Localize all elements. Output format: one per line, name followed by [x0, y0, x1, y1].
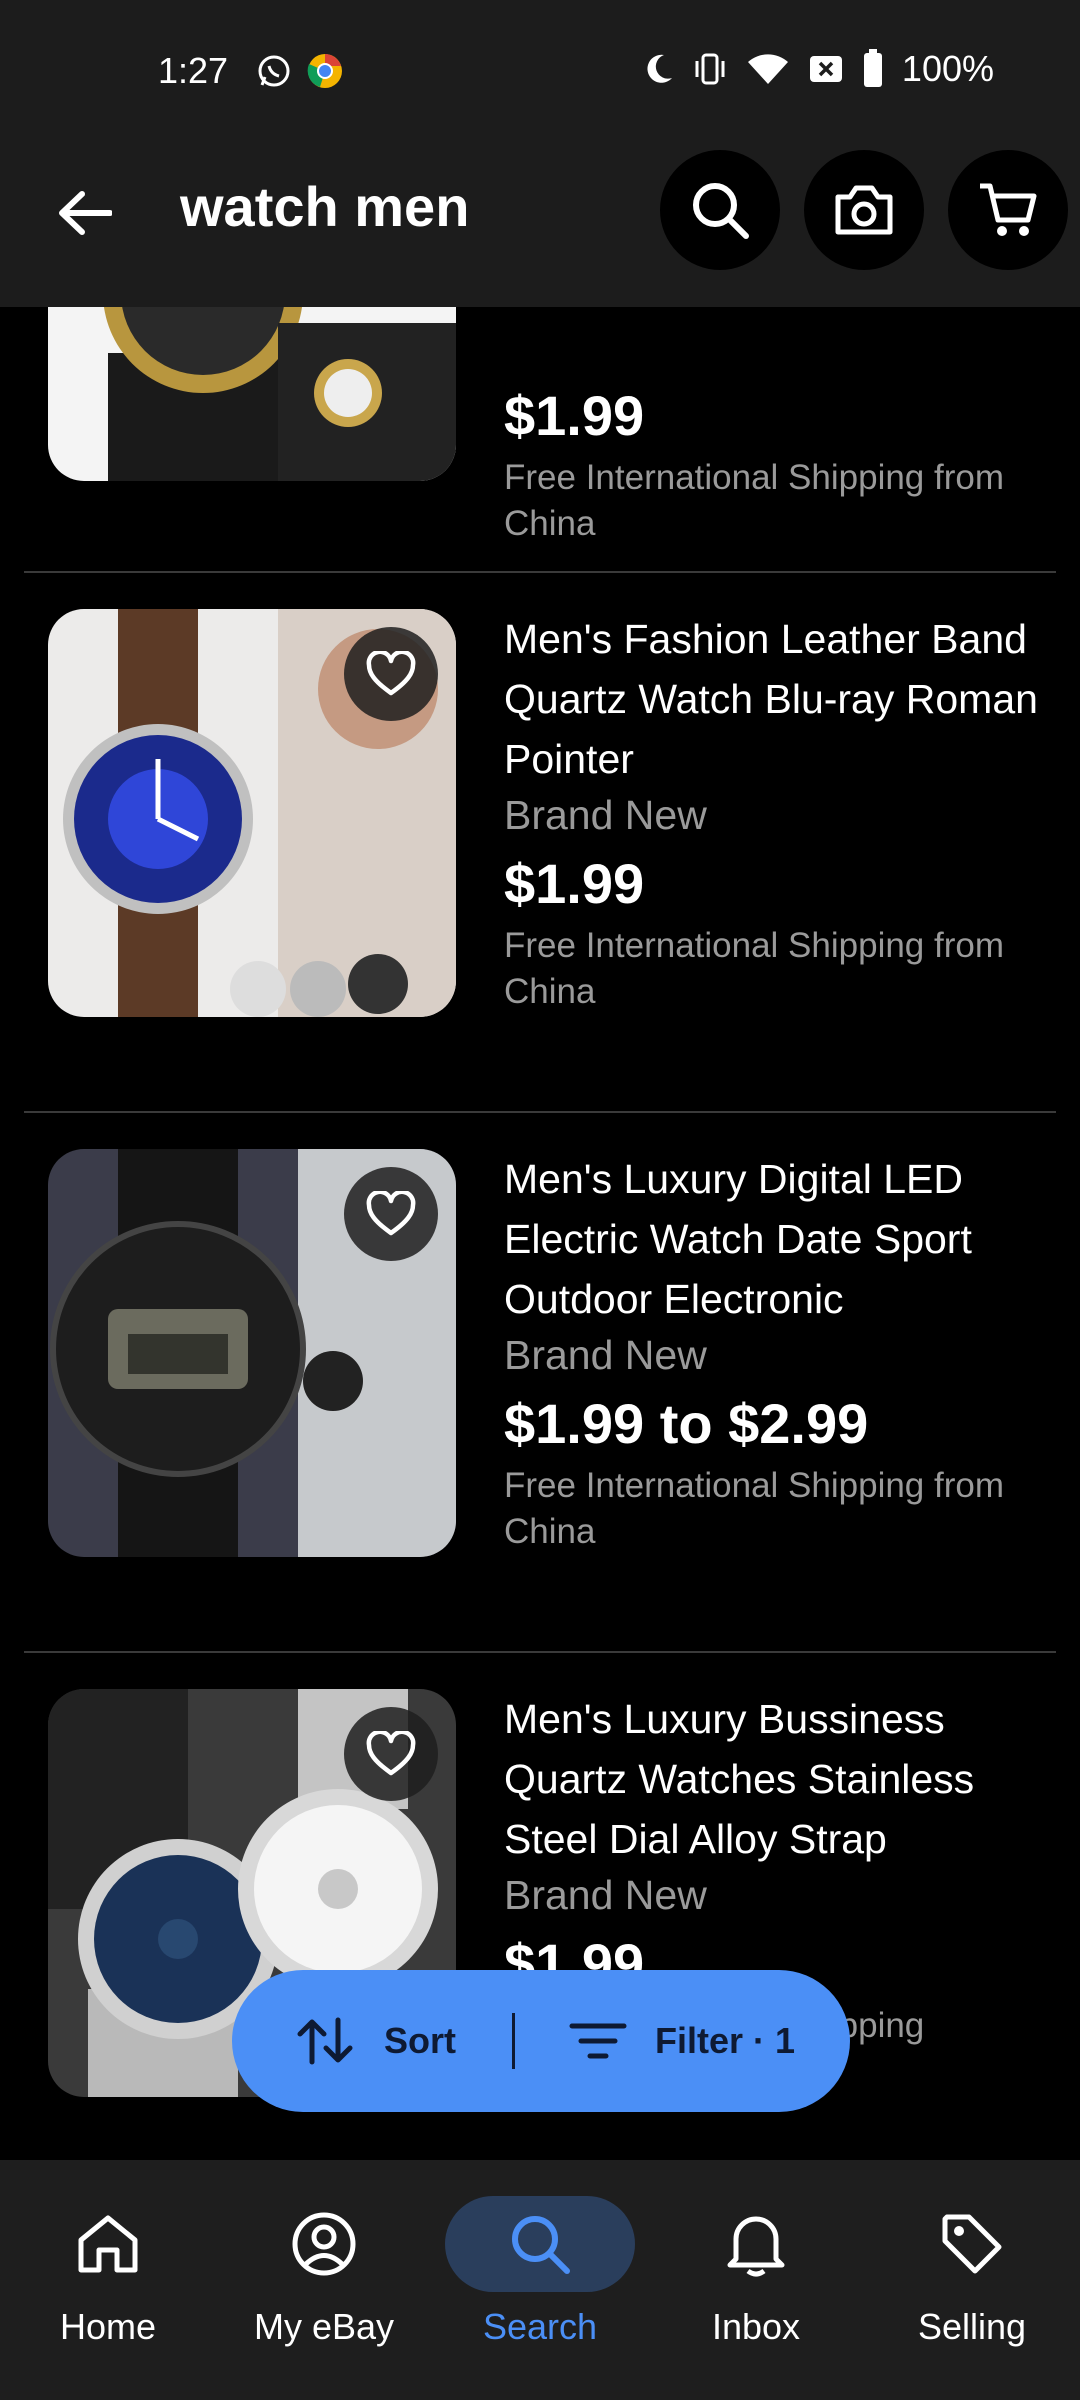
user-icon: [292, 2212, 356, 2276]
sort-filter-bar: Sort Filter · 1: [232, 1970, 850, 2112]
nav-inbox-label: Inbox: [711, 2306, 801, 2347]
status-time: 1:27: [158, 50, 229, 91]
search-button[interactable]: [660, 150, 780, 270]
cart-button[interactable]: [948, 150, 1068, 270]
nav-home[interactable]: Home: [0, 2160, 216, 2400]
product-title[interactable]: Men's Fashion Leather Band Quartz Watch …: [504, 609, 1044, 789]
sort-icon: [297, 2017, 353, 2065]
nav-inbox[interactable]: Inbox: [648, 2160, 864, 2400]
home-icon: [78, 2215, 138, 2273]
no-sim-icon: [809, 56, 842, 82]
whatsapp-icon: [258, 55, 290, 87]
camera-search-button[interactable]: [804, 150, 924, 270]
divider: [24, 1111, 1056, 1113]
nav-selling[interactable]: Selling: [864, 2160, 1080, 2400]
nav-search[interactable]: Search: [432, 2160, 648, 2400]
watch-favorite-button[interactable]: [344, 1167, 438, 1261]
product-condition: Brand New: [504, 1872, 707, 1918]
search-query-title[interactable]: watch men: [180, 174, 469, 239]
divider: [24, 1651, 1056, 1653]
battery-icon: [863, 49, 882, 87]
filter-label: Filter · 1: [655, 2020, 796, 2061]
battery-percent: 100%: [901, 48, 994, 89]
heart-icon: [366, 651, 416, 696]
product-price: $1.99: [504, 852, 645, 915]
divider: [24, 571, 1056, 573]
list-item[interactable]: $1.99 Free International Shipping from C…: [0, 307, 1080, 613]
watch-favorite-button[interactable]: [344, 627, 438, 721]
sort-button[interactable]: Sort: [232, 1970, 512, 2112]
product-condition: Brand New: [504, 1332, 707, 1378]
moon-icon: [647, 54, 672, 83]
cart-icon: [980, 183, 1037, 236]
nav-search-label: Search: [482, 2306, 598, 2347]
list-item[interactable]: Men's Luxury Digital LED Electric Watch …: [0, 1149, 1080, 1689]
status-notification-icons: [256, 52, 344, 90]
sort-label: Sort: [384, 2020, 456, 2061]
watch-favorite-button[interactable]: [344, 1707, 438, 1801]
vibrate-icon: [695, 53, 725, 85]
tag-icon: [942, 2214, 1002, 2274]
search-icon: [693, 183, 749, 239]
product-shipping: Free International Shipping from China: [504, 1466, 1004, 1551]
status-system-icons: 100%: [644, 48, 994, 90]
product-price: $1.99 to $2.99: [504, 1392, 869, 1455]
filter-icon: [569, 2023, 627, 2059]
back-arrow-icon: [59, 191, 112, 235]
bottom-navigation: Home My eBay Search Inbox Selling: [0, 2160, 1080, 2400]
product-shipping: Free International Shipping from China: [504, 926, 1004, 1011]
heart-icon: [366, 1731, 416, 1776]
nav-selling-label: Selling: [917, 2306, 1027, 2347]
search-icon: [512, 2216, 570, 2274]
product-image[interactable]: [48, 307, 456, 481]
nav-my-ebay[interactable]: My eBay: [216, 2160, 432, 2400]
search-results-list: $1.99 Free International Shipping from C…: [0, 307, 1080, 2160]
filter-button[interactable]: Filter · 1: [515, 1970, 795, 2112]
product-image[interactable]: [48, 1149, 456, 1557]
search-header: watch men: [0, 150, 1080, 307]
nav-home-label: Home: [59, 2306, 157, 2347]
product-condition: Brand New: [504, 792, 707, 838]
product-title[interactable]: Men's Luxury Digital LED Electric Watch …: [504, 1149, 1044, 1329]
chrome-icon: [307, 54, 342, 88]
product-title[interactable]: Men's Luxury Bussiness Quartz Watches St…: [504, 1689, 1044, 1869]
wifi-icon: [747, 54, 788, 84]
status-bar: 1:27 100%: [0, 0, 1080, 150]
list-item[interactable]: Men's Fashion Leather Band Quartz Watch …: [0, 609, 1080, 1149]
heart-icon: [366, 1191, 416, 1236]
watch-photo: [48, 307, 456, 481]
product-shipping: Free International Shipping from China: [504, 458, 1004, 543]
product-image[interactable]: [48, 609, 456, 1017]
nav-my-ebay-label: My eBay: [253, 2306, 395, 2347]
bell-icon: [727, 2216, 785, 2277]
camera-icon: [835, 185, 893, 235]
product-price: $1.99: [504, 384, 645, 447]
back-button[interactable]: [50, 178, 120, 248]
